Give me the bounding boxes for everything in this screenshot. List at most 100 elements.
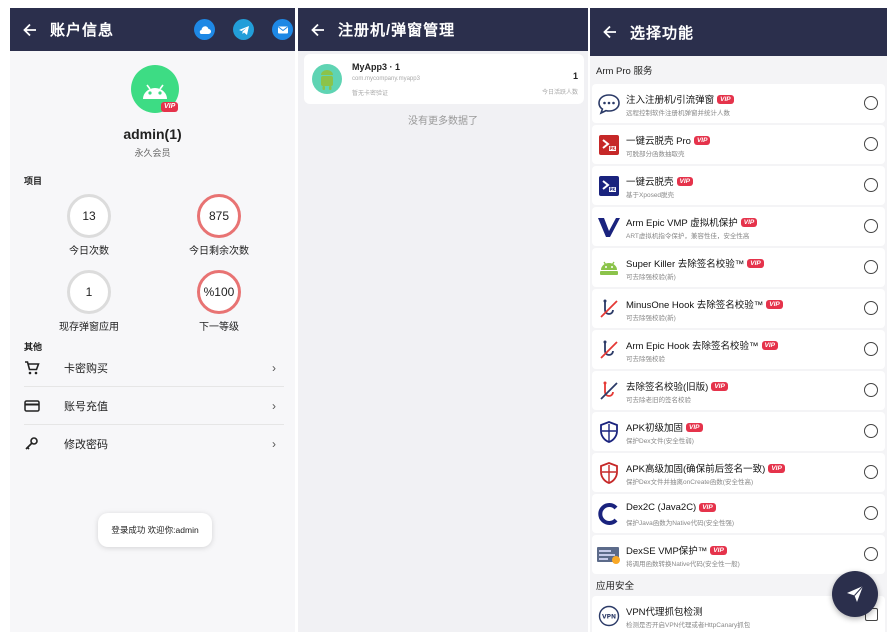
page-title: 账户信息 [50, 22, 115, 39]
menu-label: 修改密码 [64, 439, 108, 451]
feature-name: Arm Epic Hook 去除签名校验™ VIP [626, 338, 778, 352]
feature-radio[interactable] [864, 219, 878, 233]
hook-icon [596, 337, 622, 363]
shield-red-icon [596, 460, 622, 486]
menu-change-password[interactable]: 修改密码 › [24, 425, 284, 463]
feature-name-text: 去除签名校验(旧版) [626, 382, 709, 393]
feature-row[interactable]: Arm Epic VMP 虚拟机保护 VIP ART虚拟机指令保护，兼容性佳，安全性… [592, 207, 885, 246]
active-count-label: 今日活跃人数 [541, 90, 578, 96]
feature-name: Super Killer 去除签名校验™ VIP [626, 256, 764, 270]
stat-label: 下一等级 [199, 322, 239, 333]
feature-radio[interactable] [864, 96, 878, 110]
chat-bubble-icon [596, 91, 622, 117]
android-killer-icon [596, 255, 622, 281]
vip-badge: VIP [747, 258, 764, 268]
feature-row[interactable]: MinusOne Hook 去除签名校验™ VIP 可去除强校验(新) [592, 289, 885, 328]
feature-row[interactable]: Dex2C (Java2C) VIP 保护Java函数为Native代码(安全性强) [592, 494, 885, 533]
dex2c-icon [596, 501, 622, 527]
vip-badge: VIP [717, 94, 734, 104]
back-arrow-icon[interactable] [298, 23, 338, 37]
svg-text:PK: PK [609, 187, 616, 192]
stat-ring: 1 [67, 270, 111, 314]
cart-icon [24, 360, 50, 375]
feature-desc: 可去除强校验(新) [626, 274, 676, 281]
feature-radio[interactable] [864, 301, 878, 315]
stat-next-level: %100 下一等级 [174, 270, 264, 333]
feature-desc: 检测是否开启VPN代理或者HttpCanary抓包 [626, 622, 751, 629]
stat-label: 今日剩余次数 [189, 246, 249, 257]
feature-desc: 将调用函数转换Native代码(安全性一般) [626, 561, 740, 568]
login-toast: 登录成功 欢迎你:admin [98, 513, 212, 547]
feature-row[interactable]: 去除签名校验(旧版) VIP 可去除老旧的签名校验 [592, 371, 885, 410]
hook-red-icon [596, 378, 622, 404]
feature-row[interactable]: APK初级加固 VIP 保护Dex文件(安全性弱) [592, 412, 885, 451]
feature-name: Dex2C (Java2C) VIP [626, 502, 716, 513]
features-panel: 选择功能 Arm Pro 服务 注入注册机/引流弹窗 VIP 远程控制软件注册机弹窗… [590, 8, 887, 632]
group-arm-pro: Arm Pro 服务 [596, 66, 653, 77]
back-arrow-icon[interactable] [10, 23, 50, 37]
vip-badge: VIP [710, 545, 727, 555]
hook-icon [596, 296, 622, 322]
avatar[interactable]: VIP [131, 65, 179, 113]
feature-row[interactable]: 注入注册机/引流弹窗 VIP 远程控制软件注册机弹窗并统计人数 [592, 84, 885, 123]
feature-desc: 保护Dex文件并抽离onCreate函数(安全性高) [626, 479, 754, 486]
feature-name: 一键云脱壳 VIP [626, 174, 693, 188]
telegram-icon[interactable] [233, 19, 254, 40]
feature-name: APK高级加固(确保前后签名一致) VIP [626, 461, 785, 475]
feature-desc: 可去除强校验 [626, 356, 665, 363]
mail-icon[interactable] [272, 19, 293, 40]
feature-radio[interactable] [864, 424, 878, 438]
chevron-right-icon: › [272, 360, 276, 375]
stat-today-count: 13 今日次数 [44, 194, 134, 257]
back-arrow-icon[interactable] [590, 25, 630, 39]
page-title: 注册机/弹窗管理 [338, 22, 456, 39]
feature-row[interactable]: APK高级加固(确保前后签名一致) VIP 保护Dex文件并抽离onCreate函数… [592, 453, 885, 492]
feature-row[interactable]: PK 一键云脱壳 Pro VIP 可脱部分函数抽取壳 [592, 125, 885, 164]
feature-desc: 可去除强校验(新) [626, 315, 676, 322]
feature-radio[interactable] [864, 465, 878, 479]
feature-name-text: Arm Epic Hook 去除签名校验™ [626, 341, 759, 352]
feature-desc: 远程控制软件注册机弹窗并统计人数 [626, 110, 730, 117]
menu-recharge[interactable]: 账号充值 › [24, 387, 284, 425]
stat-label: 今日次数 [69, 246, 109, 257]
feature-radio[interactable] [864, 383, 878, 397]
feature-radio[interactable] [864, 506, 878, 520]
feature-desc: 可脱部分函数抽取壳 [626, 151, 685, 158]
feature-radio[interactable] [864, 260, 878, 274]
feature-radio[interactable] [864, 342, 878, 356]
app-card[interactable]: MyApp3 · 1 com.mycompany.myapp3 暂无卡密验证 1… [304, 54, 584, 104]
android-app-icon [312, 64, 342, 94]
svg-text:PK: PK [609, 146, 616, 151]
feature-radio[interactable] [864, 178, 878, 192]
menu-buy-card[interactable]: 卡密购买 › [24, 349, 284, 387]
send-fab[interactable] [832, 571, 878, 617]
page-title: 选择功能 [630, 24, 695, 42]
feature-desc: 保护Dex文件(安全性弱) [626, 438, 694, 445]
manager-appbar: 注册机/弹窗管理 [298, 8, 588, 51]
feature-row[interactable]: PK 一键云脱壳 VIP 基于Xposed脱壳 [592, 166, 885, 205]
cloud-icon[interactable] [194, 19, 215, 40]
vip-badge: VIP [676, 176, 693, 186]
stat-label: 现存弹窗应用 [59, 322, 119, 333]
feature-radio[interactable] [864, 137, 878, 151]
feature-desc: 基于Xposed脱壳 [626, 192, 675, 199]
feature-row[interactable]: Super Killer 去除签名校验™ VIP 可去除强校验(新) [592, 248, 885, 287]
feature-name: MinusOne Hook 去除签名校验™ VIP [626, 297, 783, 311]
vip-badge: VIP [686, 422, 703, 432]
menu-label: 卡密购买 [64, 362, 108, 375]
feature-name-text: 一键云脱壳 [626, 177, 674, 188]
stat-ring: 13 [67, 194, 111, 238]
feature-name: DexSE VMP保护™ VIP [626, 543, 727, 557]
feature-row[interactable]: DexSE VMP保护™ VIP 将调用函数转换Native代码(安全性一般) [592, 535, 885, 574]
feature-name: VPN代理抓包检测 [626, 607, 703, 618]
features-appbar: 选择功能 [590, 8, 887, 56]
feature-name-text: APK高级加固(确保前后签名一致) [626, 464, 766, 475]
stat-ring: 875 [197, 194, 241, 238]
manager-panel: 注册机/弹窗管理 MyApp3 · 1 com.mycompany.myapp3… [298, 8, 588, 632]
feature-name-text: Arm Epic VMP 虚拟机保护 [626, 218, 738, 229]
feature-row[interactable]: Arm Epic Hook 去除签名校验™ VIP 可去除强校验 [592, 330, 885, 369]
feature-radio[interactable] [864, 547, 878, 561]
stat-ring: %100 [197, 270, 241, 314]
app-name: MyApp3 · 1 [352, 62, 401, 72]
stat-popup-apps: 1 现存弹窗应用 [44, 270, 134, 333]
